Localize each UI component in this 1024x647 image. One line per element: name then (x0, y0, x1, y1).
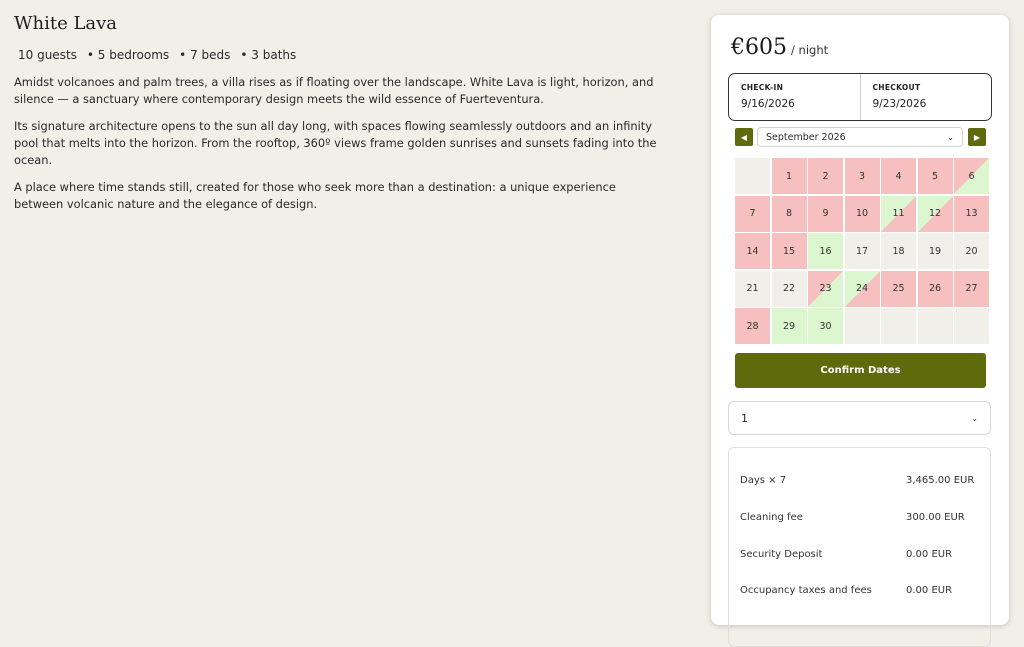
breakdown-label: Occupancy taxes and fees (740, 585, 872, 596)
calendar-day[interactable]: 3 (844, 158, 880, 194)
listing-title: White Lava (14, 13, 118, 34)
calendar-day[interactable]: 18 (881, 233, 916, 269)
calendar-day[interactable]: 16 (808, 233, 843, 269)
breakdown-label: Cleaning fee (740, 512, 803, 523)
breakdown-label: Days × 7 (740, 475, 787, 486)
feature-bedrooms: • 5 bedrooms (86, 48, 170, 62)
calendar-empty-cell (954, 308, 989, 344)
calendar-day[interactable]: 17 (844, 233, 880, 269)
date-range-picker: CHECK-IN 9/16/2026 CHECKOUT 9/23/2026 (728, 73, 992, 121)
booking-card: €605 / night CHECK-IN 9/16/2026 CHECKOUT… (711, 15, 1009, 647)
calendar-day[interactable]: 19 (917, 233, 953, 269)
description-paragraph: Amidst volcanoes and palm trees, a villa… (14, 75, 654, 106)
nightly-price: €605 / night (731, 35, 828, 60)
next-month-button[interactable]: ▶ (968, 128, 986, 146)
checkout-label: CHECKOUT (872, 83, 921, 92)
calendar-day[interactable]: 1 (771, 158, 807, 194)
breakdown-row-taxes: Occupancy taxes and fees 0.00 EUR (740, 585, 980, 596)
price-unit: / night (791, 43, 829, 57)
calendar-day[interactable]: 13 (954, 195, 989, 232)
breakdown-amount: 0.00 EUR (906, 549, 953, 560)
description-paragraph: Its signature architecture opens to the … (14, 119, 657, 167)
checkout-value: 9/23/2026 (872, 98, 927, 110)
calendar-day[interactable]: 29 (771, 308, 807, 344)
breakdown-amount: 0.00 EUR (906, 585, 953, 596)
calendar-day[interactable]: 10 (844, 195, 880, 232)
calendar-empty-cell (881, 308, 916, 344)
confirm-dates-button[interactable]: Confirm Dates (735, 353, 986, 388)
calendar-day[interactable]: 24 (844, 270, 880, 307)
feature-baths: • 3 baths (240, 48, 297, 62)
month-select-value: September 2026 (766, 131, 846, 143)
calendar-empty-cell (844, 308, 880, 344)
chevron-down-icon: ⌄ (947, 132, 954, 142)
feature-beds: • 7 beds (179, 48, 231, 62)
calendar-day[interactable]: 2 (808, 158, 843, 194)
month-navigation: ◀ September 2026 ⌄ ▶ (735, 127, 986, 147)
calendar-day[interactable]: 4 (881, 158, 916, 194)
calendar-day[interactable]: 15 (771, 233, 807, 269)
breakdown-row-days: Days × 7 3,465.00 EUR (740, 475, 980, 486)
calendar-day[interactable]: 9 (808, 195, 843, 232)
calendar-day[interactable]: 20 (954, 233, 989, 269)
feature-guests: 10 guests (18, 48, 77, 62)
calendar-grid: 1 2 3 4 5 6 7 8 9 10 11 12 13 14 15 16 17 18 19 20 21 22 23 24 2… (735, 158, 989, 344)
breakdown-amount: 3,465.00 EUR (906, 475, 975, 486)
calendar-day[interactable]: 30 (808, 308, 843, 344)
calendar-day[interactable]: 5 (917, 158, 953, 194)
listing-features: 10 guests • 5 bedrooms • 7 beds • 3 bath… (18, 48, 664, 62)
calendar-day[interactable]: 25 (881, 270, 916, 307)
calendar-day[interactable]: 26 (917, 270, 953, 307)
triangle-left-icon: ◀ (740, 132, 748, 142)
chevron-down-icon: ⌄ (971, 413, 978, 423)
calendar-day[interactable]: 27 (954, 270, 989, 307)
calendar-empty-cell (735, 158, 770, 194)
guests-select[interactable]: 1 ⌄ (728, 401, 991, 435)
breakdown-row-deposit: Security Deposit 0.00 EUR (740, 549, 980, 560)
price-amount: €605 (731, 35, 787, 60)
triangle-right-icon: ▶ (973, 132, 981, 142)
calendar-day[interactable]: 7 (735, 195, 770, 232)
calendar-day[interactable]: 22 (771, 270, 807, 307)
listing-details: White Lava 10 guests • 5 bedrooms • 7 be… (14, 10, 664, 223)
breakdown-amount: 300.00 EUR (906, 512, 965, 523)
calendar-day[interactable]: 11 (881, 195, 916, 232)
calendar-day[interactable]: 14 (735, 233, 770, 269)
calendar-day[interactable]: 8 (771, 195, 807, 232)
checkout-field[interactable]: CHECKOUT 9/23/2026 (859, 74, 992, 120)
guests-select-value: 1 (741, 411, 748, 425)
calendar-day[interactable]: 6 (954, 158, 989, 194)
calendar-day[interactable]: 21 (735, 270, 770, 307)
previous-month-button[interactable]: ◀ (735, 128, 753, 146)
calendar-empty-cell (917, 308, 953, 344)
price-breakdown: Days × 7 3,465.00 EUR Cleaning fee 300.0… (728, 447, 991, 647)
breakdown-row-cleaning: Cleaning fee 300.00 EUR (740, 512, 980, 523)
checkin-label: CHECK-IN (741, 83, 784, 92)
checkin-value: 9/16/2026 (741, 98, 795, 110)
description-paragraph: A place where time stands still, created… (14, 180, 616, 211)
calendar-day[interactable]: 23 (808, 270, 843, 307)
month-select[interactable]: September 2026 ⌄ (757, 127, 963, 147)
checkin-field[interactable]: CHECK-IN 9/16/2026 (729, 74, 860, 120)
calendar-day[interactable]: 28 (735, 308, 770, 344)
calendar-day[interactable]: 12 (917, 195, 953, 232)
breakdown-label: Security Deposit (740, 549, 823, 560)
